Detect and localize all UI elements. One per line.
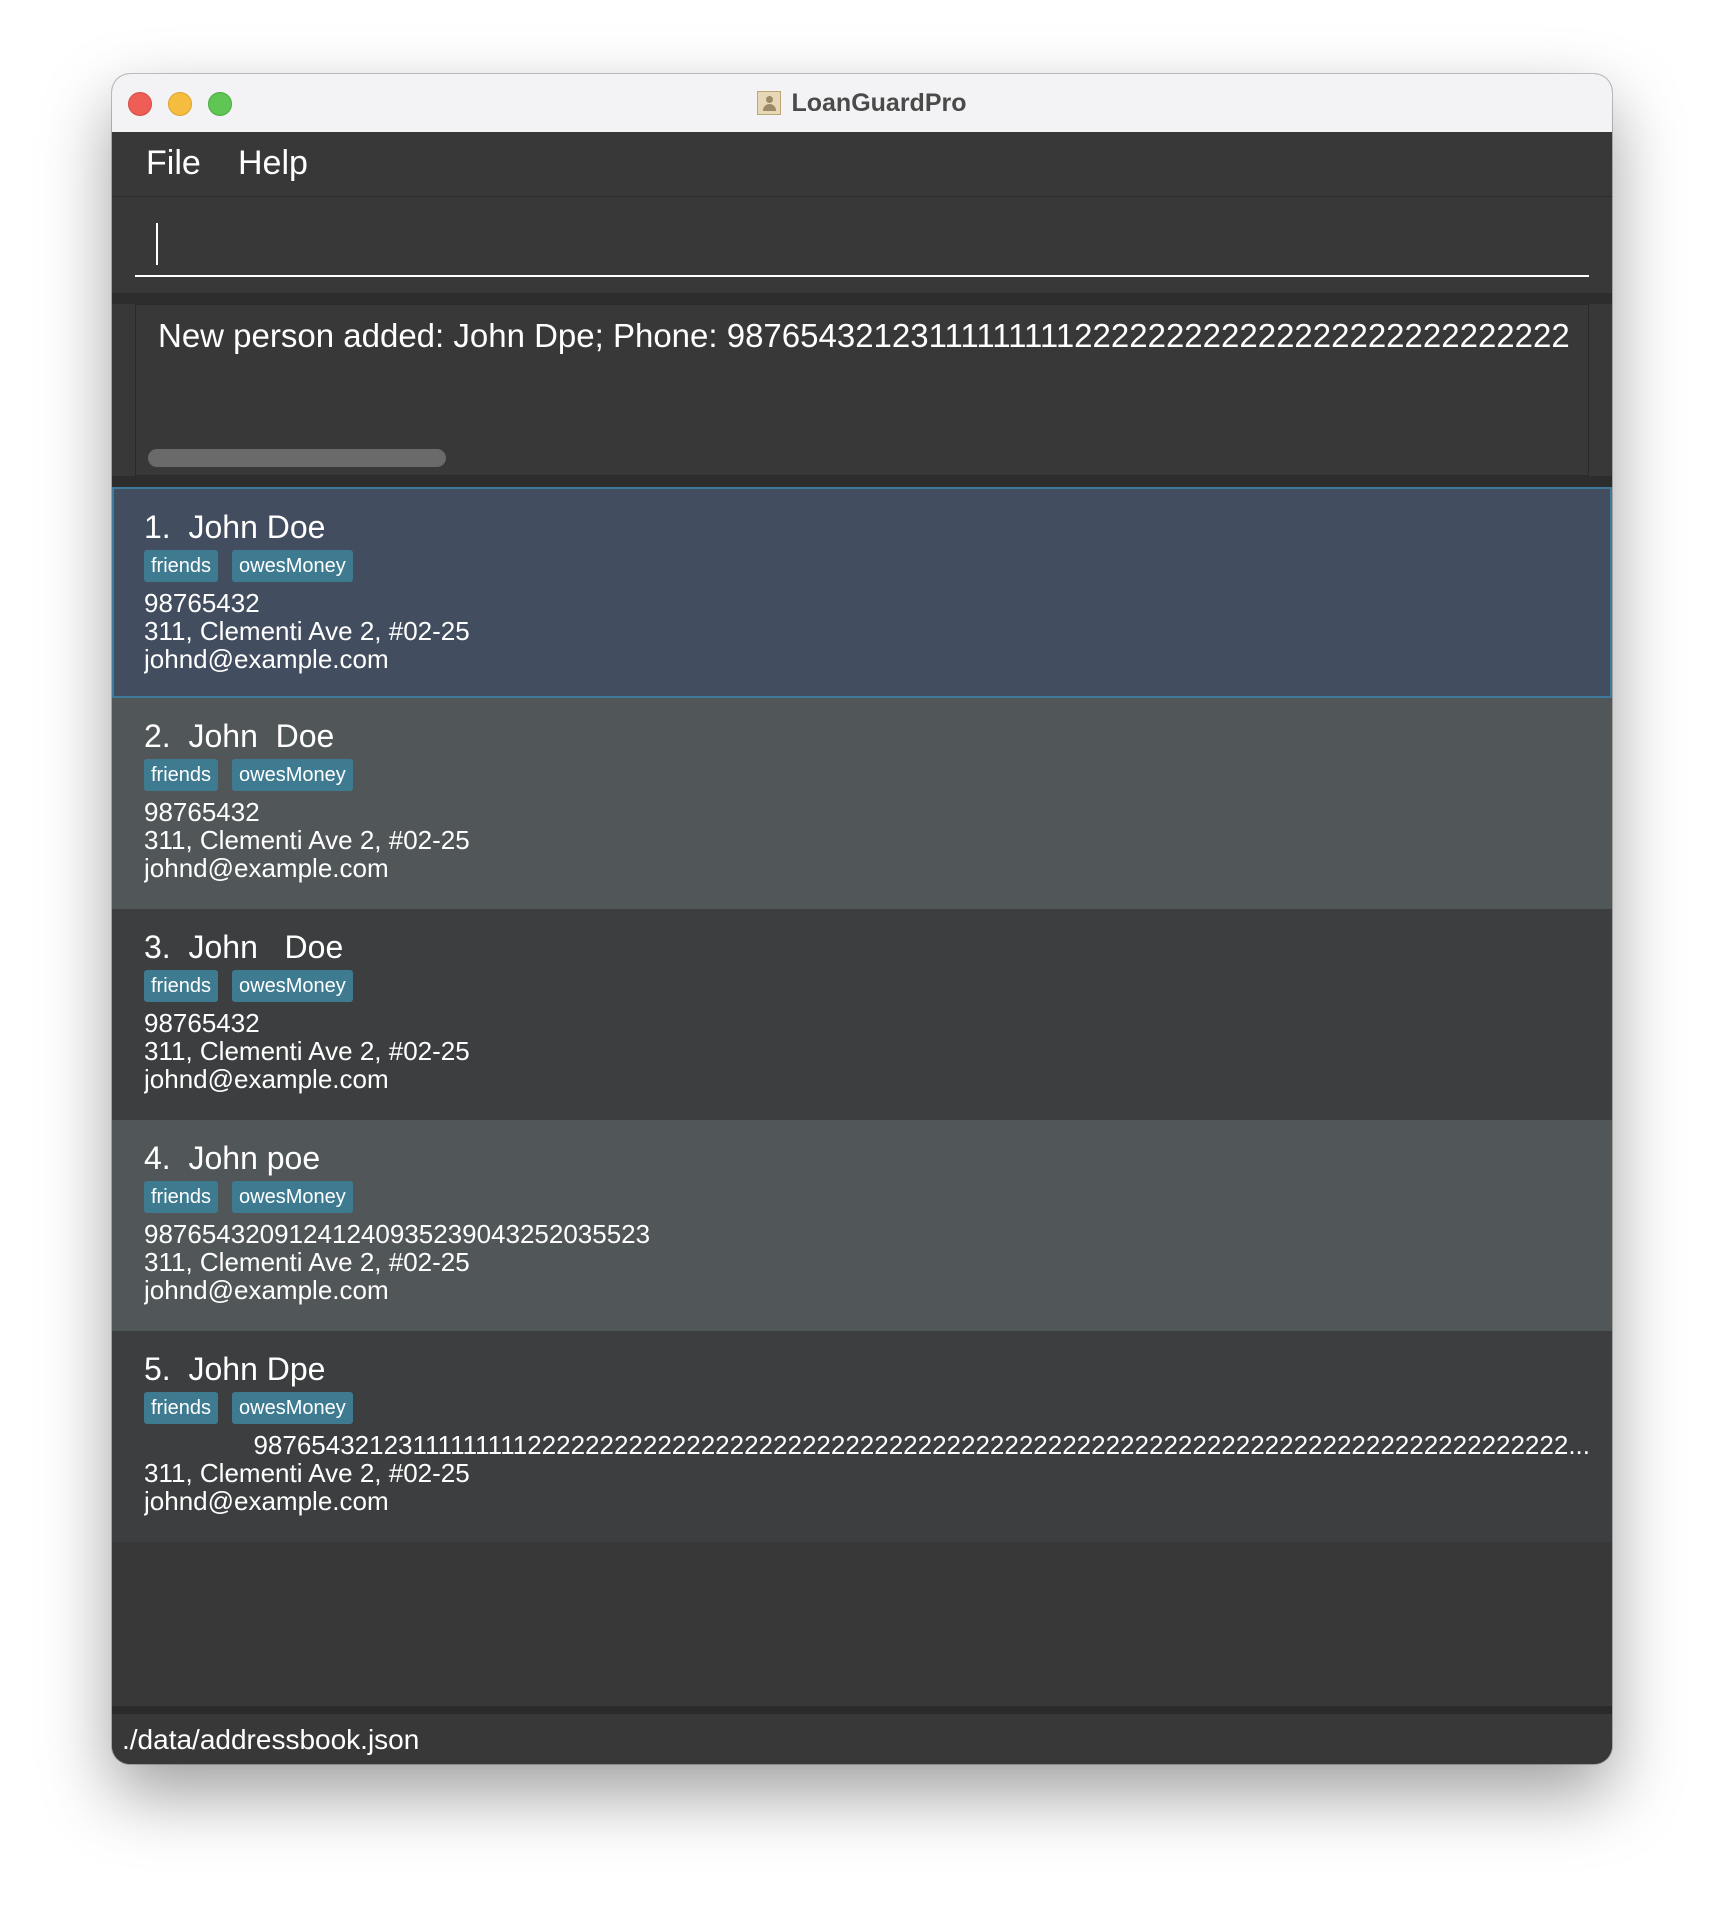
- tag: owesMoney: [232, 550, 353, 582]
- person-name: John Doe: [188, 929, 344, 965]
- person-name-line: 3. John Doe: [144, 929, 343, 966]
- person-email: johnd@example.com: [144, 644, 389, 674]
- person-email: johnd@example.com: [144, 853, 389, 883]
- person-card[interactable]: 3. John Doe friends owesMoney 98765432 3…: [112, 909, 1612, 1120]
- address-book-icon: [757, 91, 782, 115]
- person-address: 311, Clementi Ave 2, #02-25: [144, 616, 470, 646]
- command-box: [112, 197, 1612, 293]
- person-index: 4.: [144, 1140, 171, 1176]
- person-email: johnd@example.com: [144, 1064, 389, 1094]
- divider: [112, 476, 1612, 487]
- person-address: 311, Clementi Ave 2, #02-25: [144, 1247, 470, 1277]
- person-index: 5.: [144, 1351, 171, 1387]
- tag: friends: [144, 1181, 219, 1213]
- person-phone: 9876543212311111111122222222222222222222…: [253, 1430, 1590, 1460]
- person-name-line: 5. John Dpe: [144, 1351, 325, 1388]
- person-email: johnd@example.com: [144, 1486, 389, 1516]
- result-message: New person added: John Dpe; Phone: 98765…: [158, 317, 1570, 354]
- command-input[interactable]: [135, 209, 1589, 277]
- person-name-line: 2. John Doe: [144, 718, 334, 755]
- person-phone: 98765432: [144, 797, 260, 827]
- menu-help[interactable]: Help: [238, 144, 308, 183]
- menu-file[interactable]: File: [146, 144, 201, 183]
- person-card[interactable]: 1. John Doe friends owesMoney 98765432 3…: [112, 487, 1612, 698]
- person-phone: 98765432: [144, 1008, 260, 1038]
- person-list[interactable]: 1. John Doe friends owesMoney 98765432 3…: [112, 487, 1612, 1687]
- tag: friends: [144, 970, 219, 1002]
- tag: owesMoney: [232, 1181, 353, 1213]
- window-title: LoanGuardPro: [791, 88, 967, 117]
- person-phone: 98765432: [144, 588, 260, 618]
- person-card[interactable]: 4. John poe friends owesMoney 9876543209…: [112, 1120, 1612, 1331]
- person-name: John Doe: [188, 509, 326, 545]
- tag: friends: [144, 1392, 219, 1424]
- title-bar: LoanGuardPro: [112, 74, 1612, 133]
- person-name-line: 1. John Doe: [144, 509, 325, 546]
- window-title-group: LoanGuardPro: [112, 74, 1612, 132]
- horizontal-scrollbar[interactable]: [148, 449, 446, 467]
- person-name-line: 4. John poe: [144, 1140, 320, 1177]
- tag: friends: [144, 550, 219, 582]
- save-file-path: ./data/addressbook.json: [122, 1724, 420, 1755]
- person-phone: 98765432091241240935239043252035523: [144, 1219, 651, 1249]
- tag-list: friends owesMoney: [144, 759, 353, 791]
- tag: owesMoney: [232, 1392, 353, 1424]
- person-index: 1.: [144, 509, 171, 545]
- result-display[interactable]: New person added: John Dpe; Phone: 98765…: [135, 304, 1589, 476]
- person-index: 3.: [144, 929, 171, 965]
- tag-list: friends owesMoney: [144, 550, 353, 582]
- person-address: 311, Clementi Ave 2, #02-25: [144, 1458, 470, 1488]
- person-address: 311, Clementi Ave 2, #02-25: [144, 1036, 470, 1066]
- tag-list: friends owesMoney: [144, 970, 353, 1002]
- tag-list: friends owesMoney: [144, 1181, 353, 1213]
- status-bar: ./data/addressbook.json: [112, 1706, 1612, 1764]
- tag: owesMoney: [232, 970, 353, 1002]
- person-name: John Dpe: [188, 1351, 326, 1387]
- person-index: 2.: [144, 718, 171, 754]
- tag: owesMoney: [232, 759, 353, 791]
- person-address: 311, Clementi Ave 2, #02-25: [144, 825, 470, 855]
- tag: friends: [144, 759, 219, 791]
- app-window: LoanGuardPro File Help New person added:…: [112, 74, 1612, 1764]
- person-name: John Doe: [188, 718, 335, 754]
- text-caret: [156, 223, 158, 265]
- tag-list: friends owesMoney: [144, 1392, 353, 1424]
- person-email: johnd@example.com: [144, 1275, 389, 1305]
- divider: [112, 293, 1612, 304]
- person-name: John poe: [188, 1140, 321, 1176]
- menu-bar: File Help: [112, 132, 1612, 197]
- person-card[interactable]: 2. John Doe friends owesMoney 98765432 3…: [112, 698, 1612, 909]
- person-card[interactable]: 5. John Dpe friends owesMoney 9876543212…: [112, 1331, 1612, 1542]
